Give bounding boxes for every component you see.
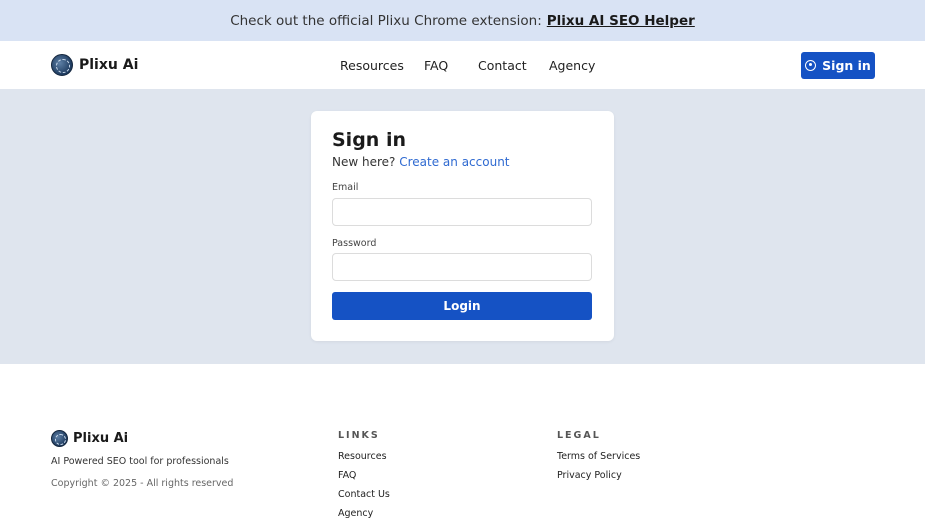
extension-link[interactable]: Plixu AI SEO Helper [547,13,695,29]
password-field[interactable] [332,253,592,281]
footer-brand[interactable]: Plixu Ai [51,430,128,447]
footer-tagline: AI Powered SEO tool for professionals [51,456,229,467]
create-account-link[interactable]: Create an account [399,155,509,169]
brand-name: Plixu Ai [79,57,139,73]
footer-link-resources[interactable]: Resources [338,451,387,462]
email-label: Email [332,182,359,193]
email-field[interactable] [332,198,592,226]
announcement-banner: Check out the official Plixu Chrome exte… [0,0,925,41]
password-label: Password [332,238,377,249]
footer-brand-name: Plixu Ai [73,431,129,446]
nav-signin-label: Sign in [822,58,871,73]
footer-link-privacy[interactable]: Privacy Policy [557,470,622,481]
footer-legal-heading: LEGAL [557,430,601,441]
nav-faq[interactable]: FAQ [424,58,448,73]
nav-resources[interactable]: Resources [340,58,404,73]
footer-link-agency[interactable]: Agency [338,508,373,519]
brain-logo-icon [51,54,73,76]
nav-signin-button[interactable]: Sign in [801,52,875,79]
banner-text: Check out the official Plixu Chrome exte… [230,12,542,29]
footer-copyright: Copyright © 2025 - All rights reserved [51,478,234,489]
top-navbar: Plixu Ai Resources FAQ Contact Agency Si… [0,41,925,89]
footer-links-heading: LINKS [338,430,380,441]
signin-title: Sign in [332,129,406,151]
footer: Plixu Ai AI Powered SEO tool for profess… [0,364,925,520]
footer-link-terms[interactable]: Terms of Services [557,451,640,462]
footer-link-contact[interactable]: Contact Us [338,489,390,500]
signup-prompt: New here? Create an account [332,155,510,169]
brain-logo-icon [51,430,68,447]
footer-link-faq[interactable]: FAQ [338,470,356,481]
user-circle-icon [805,60,817,71]
new-here-text: New here? [332,155,396,169]
brand-home-link[interactable]: Plixu Ai [51,54,138,76]
nav-agency[interactable]: Agency [549,58,595,73]
nav-contact[interactable]: Contact [478,58,527,73]
login-button[interactable]: Login [332,292,592,320]
signin-card: Sign in New here? Create an account Emai… [311,111,614,341]
